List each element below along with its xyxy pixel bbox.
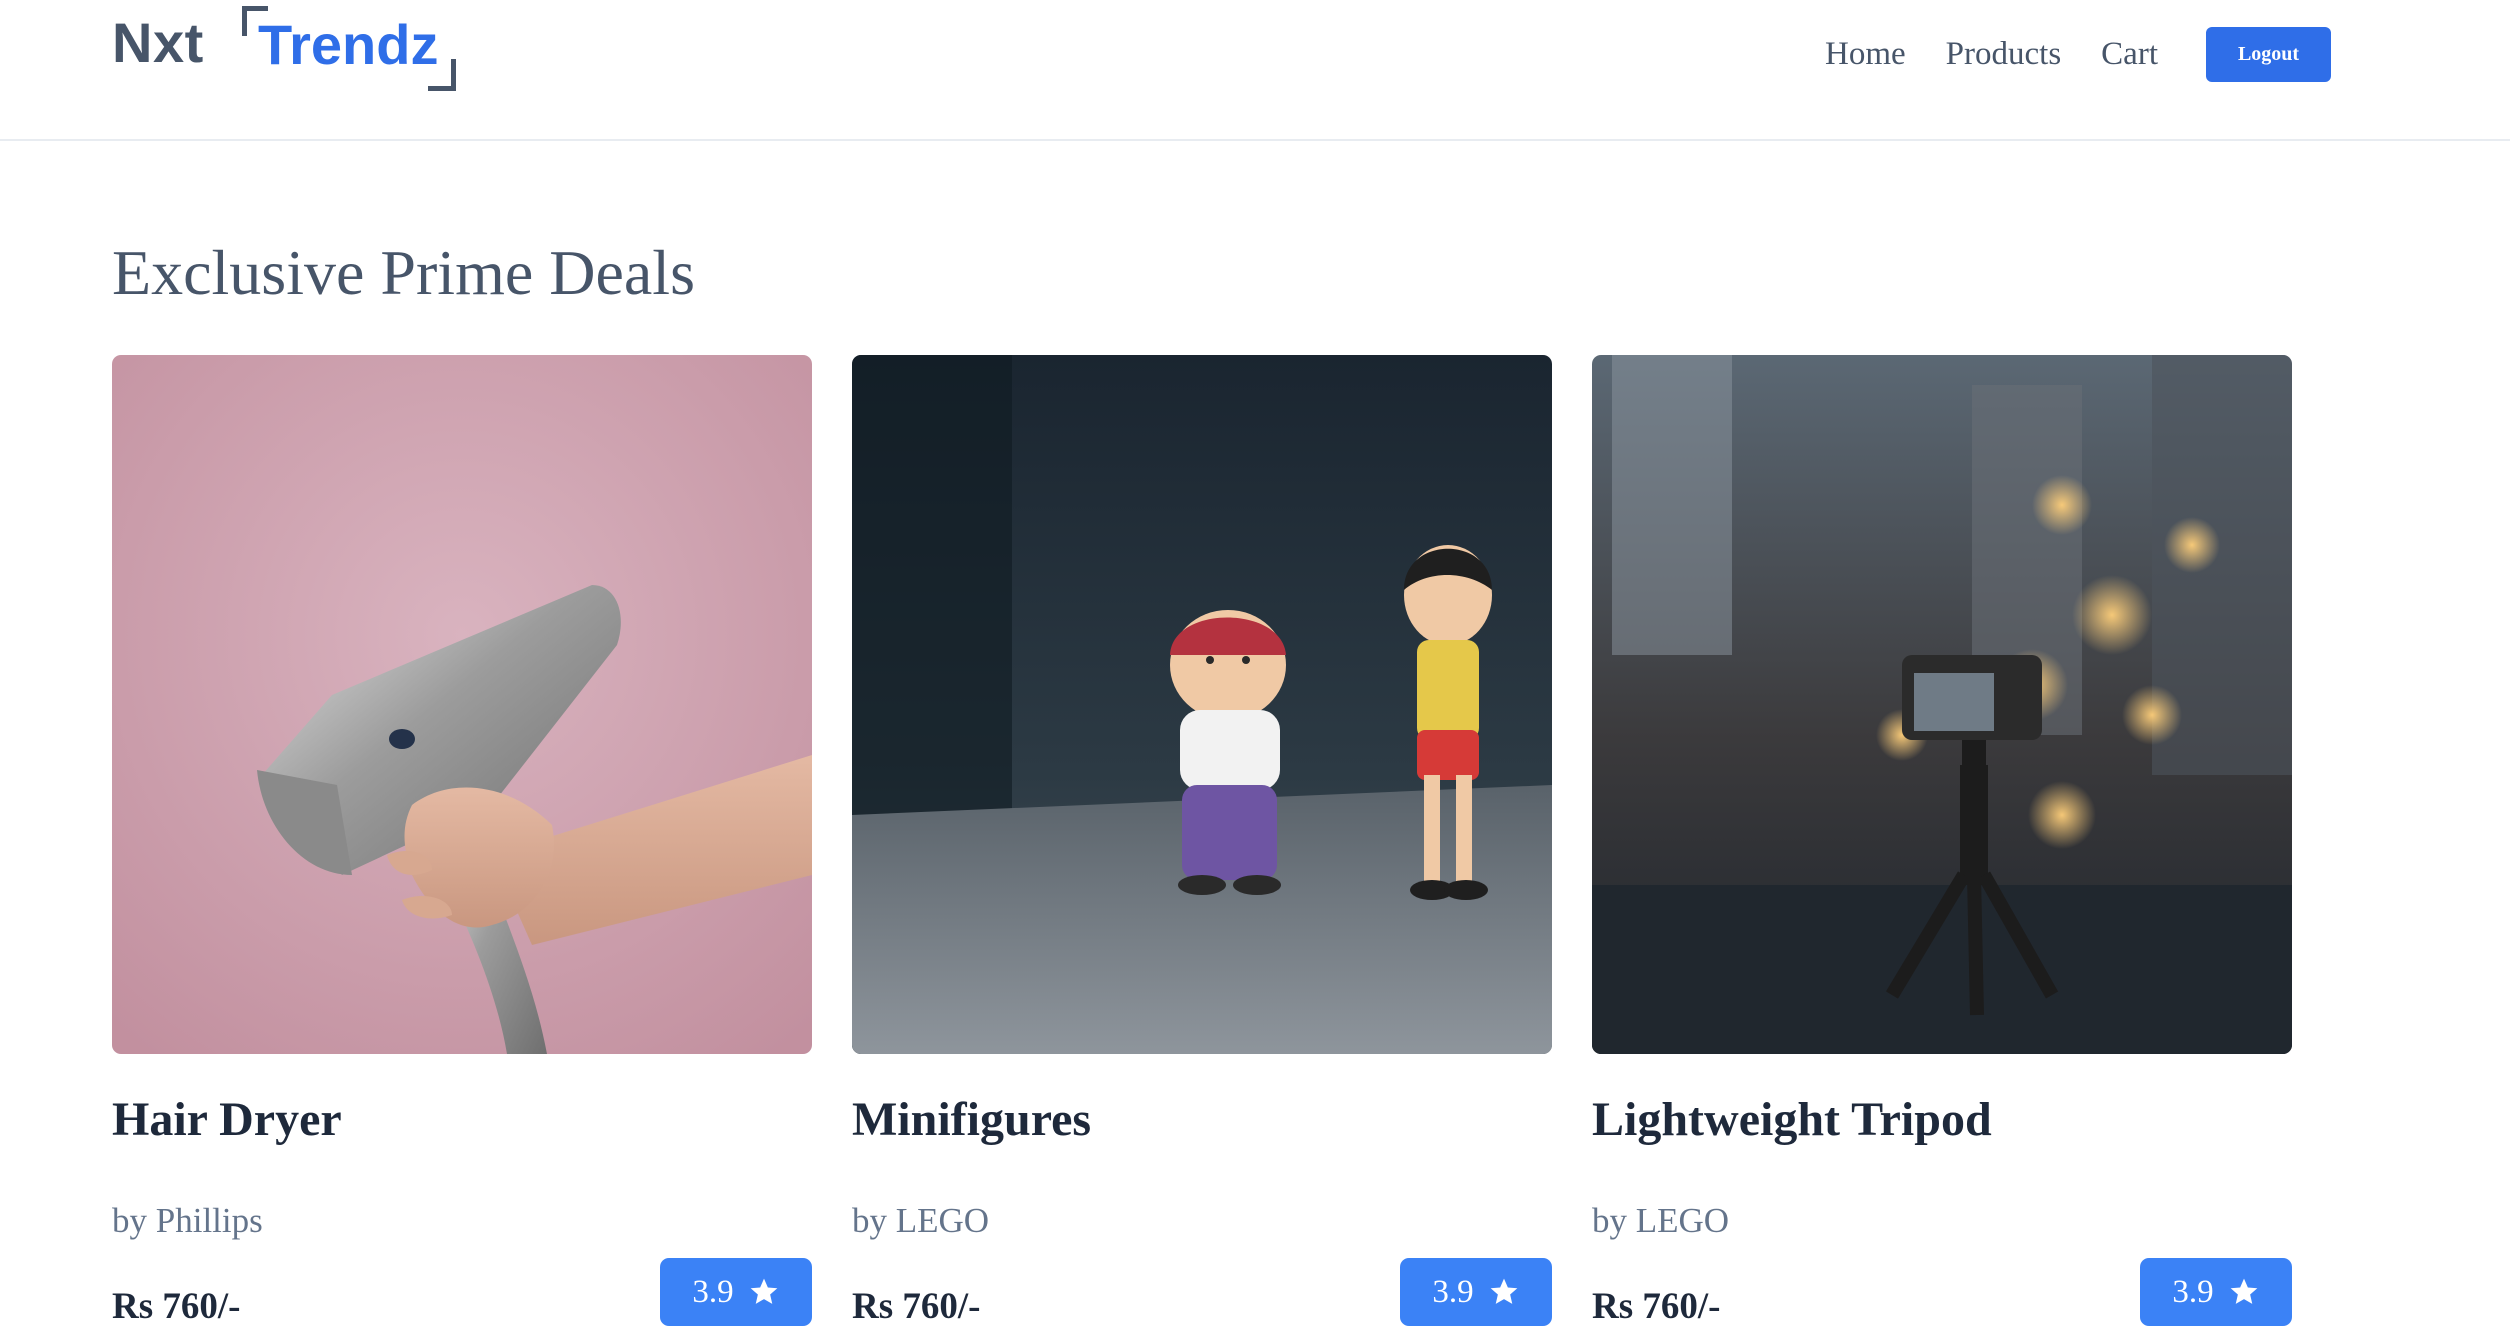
- rating-badge: 3.9: [660, 1258, 812, 1326]
- product-price: Rs 760/-: [852, 1286, 981, 1327]
- logout-button[interactable]: Logout: [2206, 26, 2331, 82]
- product-title[interactable]: Lightweight Tripod: [1592, 1092, 1992, 1147]
- product-brand: by Phillips: [112, 1201, 263, 1240]
- nav-links: Home Products Cart Logout: [1825, 26, 2331, 82]
- rating-badge: 3.9: [1400, 1258, 1552, 1326]
- logo-trendz: Trendz: [242, 6, 457, 91]
- product-brand: by LEGO: [1592, 1201, 1730, 1240]
- nav-home-link[interactable]: Home: [1825, 36, 1906, 73]
- nav-cart-link[interactable]: Cart: [2101, 36, 2158, 73]
- product-price: Rs 760/-: [1592, 1286, 1721, 1327]
- product-price: Rs 760/-: [112, 1286, 241, 1327]
- product-brand: by LEGO: [852, 1201, 990, 1240]
- product-title[interactable]: Hair Dryer: [112, 1092, 342, 1147]
- rating-value: 3.9: [2172, 1273, 2214, 1310]
- star-icon: [2230, 1278, 2257, 1304]
- star-icon: [1490, 1278, 1517, 1304]
- product-title[interactable]: Minifigures: [852, 1092, 1091, 1147]
- logo-trendz-text: Trendz: [258, 13, 439, 76]
- hair-dryer-photo[interactable]: [112, 355, 812, 1054]
- product-card[interactable]: Minifigures by LEGO Rs 760/- 3.9: [852, 355, 1552, 1327]
- product-card[interactable]: Hair Dryer by Phillips Rs 760/- 3.9: [112, 355, 812, 1327]
- rating-value: 3.9: [692, 1273, 734, 1310]
- minifigures-photo[interactable]: [852, 355, 1552, 1054]
- logo-bracket-top-left: [242, 6, 268, 36]
- logo-bracket-bottom-right: [428, 59, 457, 91]
- rating-badge: 3.9: [2140, 1258, 2292, 1326]
- section-title: Exclusive Prime Deals: [112, 237, 695, 308]
- tripod-photo[interactable]: [1592, 355, 2292, 1054]
- star-icon: [750, 1278, 777, 1304]
- rating-value: 3.9: [1432, 1273, 1474, 1310]
- navbar: Nxt Trendz Home Products Cart Logout: [0, 0, 2510, 141]
- nav-products-link[interactable]: Products: [1946, 36, 2062, 73]
- product-card[interactable]: Lightweight Tripod by LEGO Rs 760/- 3.9: [1592, 355, 2292, 1327]
- logo-nxt: Nxt: [112, 11, 204, 74]
